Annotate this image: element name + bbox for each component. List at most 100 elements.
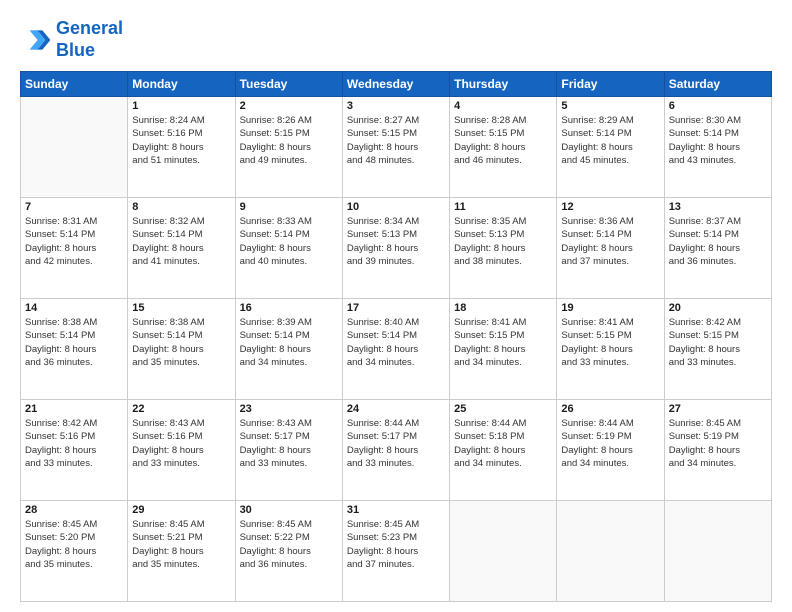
calendar-cell: 5Sunrise: 8:29 AMSunset: 5:14 PMDaylight… [557, 97, 664, 198]
day-number: 10 [347, 201, 445, 213]
calendar-week-3: 14 Sunrise: 8:38 AMSunset: 5:14 PMDayligh… [21, 299, 772, 400]
day-info: Sunrise: 8:34 AMSunset: 5:13 PMDaylight:… [347, 215, 445, 268]
calendar-cell: 25 Sunrise: 8:44 AMSunset: 5:18 PMDayligh… [450, 400, 557, 501]
day-info: Sunrise: 8:45 AMSunset: 5:21 PMDaylight:… [132, 518, 230, 571]
calendar-cell: 4 Sunrise: 8:28 AMSunset: 5:15 PMDaylight… [450, 97, 557, 198]
day-info: Sunrise: 8:45 AMSunset: 5:20 PMDaylight:… [25, 518, 123, 571]
calendar-week-1: 1Sunrise: 8:24 AMSunset: 5:16 PMDaylight… [21, 97, 772, 198]
day-info: Sunrise: 8:44 AMSunset: 5:18 PMDaylight:… [454, 417, 552, 470]
calendar-cell: 31Sunrise: 8:45 AMSunset: 5:23 PMDayligh… [342, 501, 449, 602]
calendar-cell [664, 501, 771, 602]
day-info: Sunrise: 8:43 AMSunset: 5:17 PMDaylight:… [240, 417, 338, 470]
day-number: 9 [240, 201, 338, 213]
day-number: 17 [347, 302, 445, 314]
day-info: Sunrise: 8:29 AMSunset: 5:14 PMDaylight:… [561, 114, 659, 167]
day-info: Sunrise: 8:30 AMSunset: 5:14 PMDaylight:… [669, 114, 767, 167]
day-number: 11 [454, 201, 552, 213]
calendar-cell: 2 Sunrise: 8:26 AMSunset: 5:15 PMDaylight… [235, 97, 342, 198]
calendar-cell: 27Sunrise: 8:45 AMSunset: 5:19 PMDayligh… [664, 400, 771, 501]
day-number: 3 [347, 100, 445, 112]
calendar-cell [21, 97, 128, 198]
day-number: 20 [669, 302, 767, 314]
day-number: 2 [240, 100, 338, 112]
calendar-cell: 20 Sunrise: 8:42 AMSunset: 5:15 PMDayligh… [664, 299, 771, 400]
calendar-cell: 26Sunrise: 8:44 AMSunset: 5:19 PMDayligh… [557, 400, 664, 501]
day-number: 12 [561, 201, 659, 213]
calendar-header-row: Sunday Monday Tuesday Wednesday Thursday… [21, 72, 772, 97]
calendar-cell: 13 Sunrise: 8:37 AMSunset: 5:14 PMDayligh… [664, 198, 771, 299]
calendar-cell: 16 Sunrise: 8:39 AMSunset: 5:14 PMDayligh… [235, 299, 342, 400]
calendar-cell: 7 Sunrise: 8:31 AMSunset: 5:14 PMDaylight… [21, 198, 128, 299]
day-info: Sunrise: 8:42 AMSunset: 5:15 PMDaylight:… [669, 316, 767, 369]
calendar-table: Sunday Monday Tuesday Wednesday Thursday… [20, 71, 772, 602]
day-number: 8 [132, 201, 230, 213]
day-number: 24 [347, 403, 445, 415]
header-tuesday: Tuesday [235, 72, 342, 97]
header-monday: Monday [128, 72, 235, 97]
calendar-cell: 19Sunrise: 8:41 AMSunset: 5:15 PMDayligh… [557, 299, 664, 400]
day-info: Sunrise: 8:41 AMSunset: 5:15 PMDaylight:… [454, 316, 552, 369]
calendar-cell: 15 Sunrise: 8:38 AMSunset: 5:14 PMDayligh… [128, 299, 235, 400]
day-number: 1 [132, 100, 230, 112]
logo: General Blue [20, 18, 123, 61]
day-info: Sunrise: 8:40 AMSunset: 5:14 PMDaylight:… [347, 316, 445, 369]
day-info: Sunrise: 8:44 AMSunset: 5:17 PMDaylight:… [347, 417, 445, 470]
calendar-cell: 1Sunrise: 8:24 AMSunset: 5:16 PMDaylight… [128, 97, 235, 198]
day-number: 4 [454, 100, 552, 112]
day-number: 14 [25, 302, 123, 314]
day-number: 31 [347, 504, 445, 516]
day-number: 13 [669, 201, 767, 213]
calendar-cell: 30 Sunrise: 8:45 AMSunset: 5:22 PMDayligh… [235, 501, 342, 602]
calendar-cell: 12 Sunrise: 8:36 AMSunset: 5:14 PMDayligh… [557, 198, 664, 299]
header-saturday: Saturday [664, 72, 771, 97]
header-wednesday: Wednesday [342, 72, 449, 97]
day-info: Sunrise: 8:27 AMSunset: 5:15 PMDaylight:… [347, 114, 445, 167]
day-info: Sunrise: 8:45 AMSunset: 5:22 PMDaylight:… [240, 518, 338, 571]
header-sunday: Sunday [21, 72, 128, 97]
header-friday: Friday [557, 72, 664, 97]
day-info: Sunrise: 8:35 AMSunset: 5:13 PMDaylight:… [454, 215, 552, 268]
calendar-cell: 23 Sunrise: 8:43 AMSunset: 5:17 PMDayligh… [235, 400, 342, 501]
day-number: 7 [25, 201, 123, 213]
calendar-cell: 22 Sunrise: 8:43 AMSunset: 5:16 PMDayligh… [128, 400, 235, 501]
day-info: Sunrise: 8:36 AMSunset: 5:14 PMDaylight:… [561, 215, 659, 268]
calendar-cell [450, 501, 557, 602]
calendar-cell: 3 Sunrise: 8:27 AMSunset: 5:15 PMDaylight… [342, 97, 449, 198]
header: General Blue [20, 18, 772, 61]
calendar-cell: 9 Sunrise: 8:33 AMSunset: 5:14 PMDaylight… [235, 198, 342, 299]
day-number: 23 [240, 403, 338, 415]
day-info: Sunrise: 8:28 AMSunset: 5:15 PMDaylight:… [454, 114, 552, 167]
logo-text: General Blue [56, 18, 123, 61]
day-info: Sunrise: 8:39 AMSunset: 5:14 PMDaylight:… [240, 316, 338, 369]
day-number: 26 [561, 403, 659, 415]
day-number: 6 [669, 100, 767, 112]
day-info: Sunrise: 8:41 AMSunset: 5:15 PMDaylight:… [561, 316, 659, 369]
calendar-cell: 14 Sunrise: 8:38 AMSunset: 5:14 PMDayligh… [21, 299, 128, 400]
calendar-cell: 8Sunrise: 8:32 AMSunset: 5:14 PMDaylight… [128, 198, 235, 299]
calendar-cell [557, 501, 664, 602]
day-number: 22 [132, 403, 230, 415]
day-info: Sunrise: 8:33 AMSunset: 5:14 PMDaylight:… [240, 215, 338, 268]
day-info: Sunrise: 8:26 AMSunset: 5:15 PMDaylight:… [240, 114, 338, 167]
calendar-cell: 29 Sunrise: 8:45 AMSunset: 5:21 PMDayligh… [128, 501, 235, 602]
day-number: 29 [132, 504, 230, 516]
day-number: 21 [25, 403, 123, 415]
day-number: 15 [132, 302, 230, 314]
calendar-cell: 17 Sunrise: 8:40 AMSunset: 5:14 PMDayligh… [342, 299, 449, 400]
day-number: 16 [240, 302, 338, 314]
page: General Blue Sunday Monday Tuesday Wedne… [0, 0, 792, 612]
day-number: 30 [240, 504, 338, 516]
day-info: Sunrise: 8:45 AMSunset: 5:19 PMDaylight:… [669, 417, 767, 470]
calendar-cell: 21Sunrise: 8:42 AMSunset: 5:16 PMDayligh… [21, 400, 128, 501]
day-number: 25 [454, 403, 552, 415]
calendar-week-2: 7 Sunrise: 8:31 AMSunset: 5:14 PMDaylight… [21, 198, 772, 299]
day-info: Sunrise: 8:38 AMSunset: 5:14 PMDaylight:… [25, 316, 123, 369]
day-info: Sunrise: 8:37 AMSunset: 5:14 PMDaylight:… [669, 215, 767, 268]
calendar-week-4: 21Sunrise: 8:42 AMSunset: 5:16 PMDayligh… [21, 400, 772, 501]
day-info: Sunrise: 8:43 AMSunset: 5:16 PMDaylight:… [132, 417, 230, 470]
day-info: Sunrise: 8:31 AMSunset: 5:14 PMDaylight:… [25, 215, 123, 268]
day-info: Sunrise: 8:38 AMSunset: 5:14 PMDaylight:… [132, 316, 230, 369]
logo-icon [20, 24, 52, 56]
calendar-week-5: 28Sunrise: 8:45 AMSunset: 5:20 PMDayligh… [21, 501, 772, 602]
calendar-cell: 11 Sunrise: 8:35 AMSunset: 5:13 PMDayligh… [450, 198, 557, 299]
